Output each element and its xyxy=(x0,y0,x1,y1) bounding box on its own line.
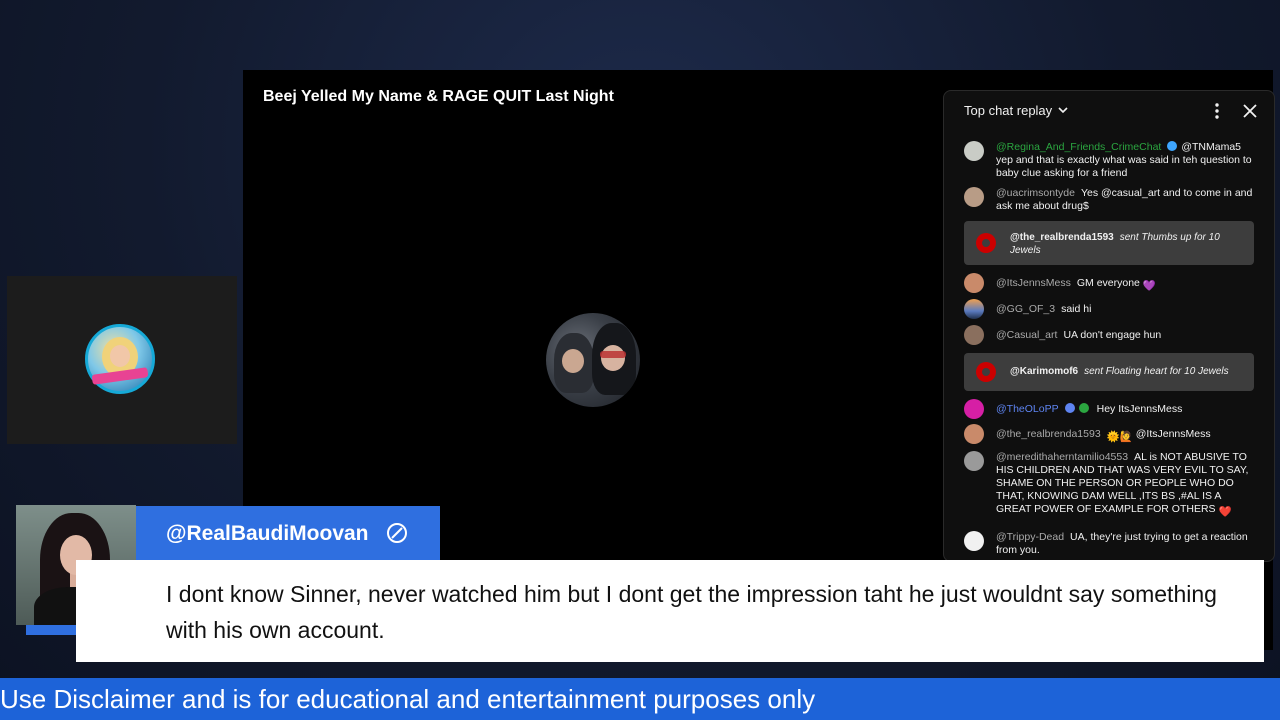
ticker-text: Use Disclaimer and is for educational an… xyxy=(0,684,816,714)
channel-avatar xyxy=(546,313,640,407)
commenter-name-tag: @RealBaudiMoovan xyxy=(136,506,440,560)
chat-author[interactable]: @the_realbrenda1593 xyxy=(996,428,1101,440)
sun-wave-emoji: 🌞🙋 xyxy=(1106,431,1133,443)
user-avatar xyxy=(964,273,984,293)
chat-author[interactable]: @TheOLoPP xyxy=(996,403,1059,415)
chat-author[interactable]: @uacrimsontyde xyxy=(996,187,1075,199)
user-avatar xyxy=(964,531,984,551)
jewel-gift-message: @the_realbrenda1593 sent Thumbs up for 10… xyxy=(964,221,1254,265)
chat-text: GM everyone xyxy=(1076,277,1140,289)
disclaimer-ticker: Use Disclaimer and is for educational an… xyxy=(0,678,1280,720)
red-heart-emoji: ❤️ xyxy=(1218,506,1232,518)
chat-author[interactable]: @ItsJennsMess xyxy=(996,277,1071,289)
user-avatar xyxy=(964,399,984,419)
chat-text: @ItsJennsMess xyxy=(1135,428,1211,440)
chat-text: UA don't engage hun xyxy=(1063,329,1162,341)
host-avatar xyxy=(85,324,155,394)
comment-caption-box: I dont know Sinner, never watched him bu… xyxy=(76,560,1264,662)
video-title: Beej Yelled My Name & RAGE QUIT Last Nig… xyxy=(263,88,614,105)
chat-text: said hi xyxy=(1061,303,1092,315)
chat-replay-panel: Top chat replay @Regina_And_Friends_Crim… xyxy=(943,90,1275,562)
jewel-gift-message: @Karimomof6 sent Floating heart for 10 Je… xyxy=(964,353,1254,391)
more-vert-icon[interactable] xyxy=(1208,101,1226,121)
verified-icon xyxy=(1167,141,1178,151)
user-avatar xyxy=(964,299,984,319)
user-avatar xyxy=(964,451,984,471)
jewel-icon xyxy=(976,233,996,253)
purple-heart-emoji: 💜 xyxy=(1142,280,1156,292)
user-avatar xyxy=(964,141,984,161)
chat-author[interactable]: @GG_OF_3 xyxy=(996,303,1055,315)
chat-author[interactable]: @Trippy-Dead xyxy=(996,531,1064,543)
moderator-badge-icon xyxy=(1078,403,1089,413)
chat-author[interactable]: @Regina_And_Friends_CrimeChat xyxy=(996,141,1161,153)
chat-author[interactable]: @the_realbrenda1593 xyxy=(1010,232,1114,243)
chat-author[interactable]: @Karimomof6 xyxy=(1010,366,1078,377)
user-avatar xyxy=(964,187,984,207)
chat-text: sent Floating heart for 10 Jewels xyxy=(1084,366,1229,377)
chat-author[interactable]: @Casual_art xyxy=(996,329,1057,341)
host-camera-panel xyxy=(7,276,237,444)
member-badge-icon xyxy=(1064,403,1075,413)
jewel-icon xyxy=(976,362,996,382)
close-icon[interactable] xyxy=(1240,101,1260,121)
block-icon xyxy=(387,523,407,543)
comment-caption-text: I dont know Sinner, never watched him bu… xyxy=(166,581,1217,643)
user-avatar xyxy=(964,424,984,444)
commenter-name: @RealBaudiMoovan xyxy=(166,522,369,545)
chat-mode-selector[interactable]: Top chat replay xyxy=(964,103,1052,118)
chat-text: Hey ItsJennsMess xyxy=(1096,403,1183,415)
chat-author[interactable]: @meredithaherntamilio4553 xyxy=(996,451,1128,463)
chevron-down-icon[interactable] xyxy=(1056,103,1070,117)
chat-header: Top chat replay xyxy=(944,91,1274,131)
chat-message-list[interactable]: @Regina_And_Friends_CrimeChat @TNMama5 ye… xyxy=(944,135,1274,561)
user-avatar xyxy=(964,325,984,345)
